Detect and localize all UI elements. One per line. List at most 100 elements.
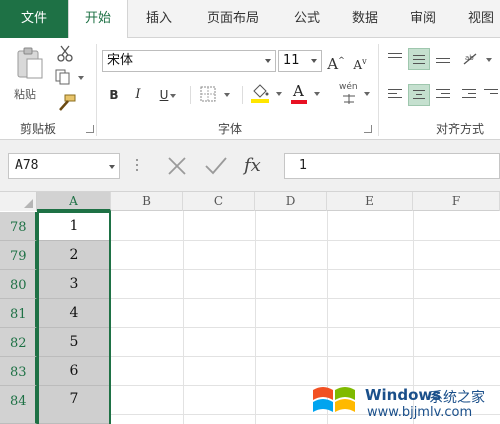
row-header[interactable]: 82 (0, 328, 37, 357)
align-center-button[interactable] (408, 84, 430, 106)
row-header[interactable]: 79 (0, 241, 37, 270)
row-header[interactable]: 81 (0, 299, 37, 328)
font-size-select[interactable]: 11 (278, 50, 322, 72)
bold-button[interactable]: B (104, 84, 124, 106)
font-color-dropdown-arrow (314, 92, 320, 96)
tab-file[interactable]: 文件 (0, 0, 68, 38)
column-header-c[interactable]: C (183, 192, 255, 211)
gridline (183, 211, 184, 424)
tab-page-layout[interactable]: 页面布局 (190, 0, 276, 38)
middle-align-button[interactable] (408, 48, 430, 70)
insert-function-button[interactable]: fx (244, 152, 272, 180)
ribbon-group-separator (96, 44, 97, 136)
tab-review[interactable]: 审阅 (394, 0, 452, 38)
font-dialog-launcher[interactable] (364, 125, 372, 133)
bottom-align-button[interactable] (432, 48, 454, 70)
font-color-swatch (291, 100, 307, 104)
column-header-e[interactable]: E (327, 192, 413, 211)
tab-formulas[interactable]: 公式 (278, 0, 336, 38)
gridline (110, 298, 500, 299)
tab-view[interactable]: 视图 (452, 0, 500, 38)
shrink-font-button[interactable]: Av (350, 51, 370, 73)
tab-data[interactable]: 数据 (336, 0, 394, 38)
gridline (110, 269, 500, 270)
watermark-url: www.bjjmlv.com (367, 405, 473, 420)
font-divider (190, 86, 191, 104)
borders-dropdown-arrow (224, 93, 230, 97)
font-group-label: 字体 (218, 122, 243, 136)
select-all-triangle-icon (24, 199, 33, 208)
cancel-icon[interactable] (166, 155, 188, 177)
ribbon-home: 粘贴 剪贴板 宋体 11 A^ Av B I U A wén 字体 ab 对齐方… (0, 38, 500, 140)
column-header-a[interactable]: A (37, 192, 111, 211)
top-align-button[interactable] (384, 48, 406, 70)
align-right-button[interactable] (432, 84, 454, 106)
orientation-icon: ab (463, 53, 477, 65)
font-size-dropdown-arrow (311, 59, 317, 63)
font-family-dropdown-arrow (265, 59, 271, 63)
font-family-select[interactable]: 宋体 (102, 50, 276, 72)
fill-color-button[interactable] (250, 82, 286, 106)
column-header-b[interactable]: B (111, 192, 183, 211)
watermark: Windows 系统之家 www.bjjmlv.com (305, 372, 500, 424)
selection-border (37, 211, 111, 424)
underline-button[interactable]: U (152, 84, 184, 106)
watermark-suffix: 系统之家 (429, 390, 485, 406)
copy-button[interactable] (54, 68, 90, 88)
increase-indent-button[interactable] (480, 84, 500, 106)
fill-color-dropdown-arrow (276, 92, 282, 96)
paste-label: 粘贴 (14, 88, 36, 101)
borders-button[interactable] (200, 86, 236, 104)
row-header[interactable]: 84 (0, 386, 37, 424)
font-family-value: 宋体 (107, 53, 134, 68)
formula-bar-grip[interactable] (136, 159, 139, 173)
font-size-value: 11 (283, 53, 300, 68)
row-header[interactable]: 80 (0, 270, 37, 299)
alignment-group-label: 对齐方式 (436, 122, 485, 136)
orientation-button[interactable]: ab (462, 50, 496, 70)
name-box-dropdown-arrow (109, 165, 115, 169)
format-painter-icon[interactable] (56, 94, 76, 112)
bottom-align-icon (436, 58, 450, 66)
row-header[interactable]: 83 (0, 357, 37, 386)
grow-font-glyph: A (327, 55, 339, 73)
underline-glyph: U (159, 88, 169, 102)
phonetic-guide-glyph: wén (339, 82, 358, 92)
align-center-icon (413, 90, 425, 102)
font-color-button[interactable]: A (290, 82, 326, 106)
align-left-icon (388, 89, 402, 101)
ribbon-tab-bar: 文件 开始 插入 页面布局 公式 数据 审阅 视图 (0, 0, 500, 39)
increase-indent-icon (484, 89, 498, 97)
align-right-icon (436, 89, 450, 101)
paste-button[interactable]: 粘贴 (12, 44, 48, 104)
phonetic-char-icon (343, 94, 355, 104)
middle-align-icon (413, 55, 425, 67)
grow-font-button[interactable]: A^ (326, 50, 346, 73)
font-divider-2 (242, 86, 243, 104)
borders-icon (200, 86, 216, 102)
decrease-indent-icon (462, 89, 476, 101)
select-all-button[interactable] (0, 192, 37, 211)
column-header-f[interactable]: F (413, 192, 500, 211)
svg-text:ab: ab (465, 54, 474, 62)
enter-check-icon[interactable] (204, 155, 228, 177)
name-box[interactable]: A78 (8, 153, 120, 179)
copy-icon (55, 69, 70, 85)
tab-insert[interactable]: 插入 (130, 0, 188, 38)
align-left-button[interactable] (384, 84, 406, 106)
italic-button[interactable]: I (128, 84, 148, 106)
tab-home[interactable]: 开始 (68, 0, 128, 39)
gridline (110, 240, 500, 241)
cut-icon[interactable] (56, 44, 74, 62)
phonetic-guide-button[interactable]: wén (338, 82, 372, 106)
row-header[interactable]: 78 (0, 212, 37, 241)
column-header-d[interactable]: D (255, 192, 327, 211)
name-box-value: A78 (15, 158, 39, 173)
gridline (110, 356, 500, 357)
ribbon-group-separator-2 (378, 44, 379, 136)
clipboard-dialog-launcher[interactable] (86, 125, 94, 133)
clipboard-group-label: 剪贴板 (20, 122, 57, 136)
windows-logo-icon (313, 387, 355, 412)
decrease-indent-button[interactable] (458, 84, 480, 106)
formula-input[interactable]: 1 (284, 153, 500, 179)
